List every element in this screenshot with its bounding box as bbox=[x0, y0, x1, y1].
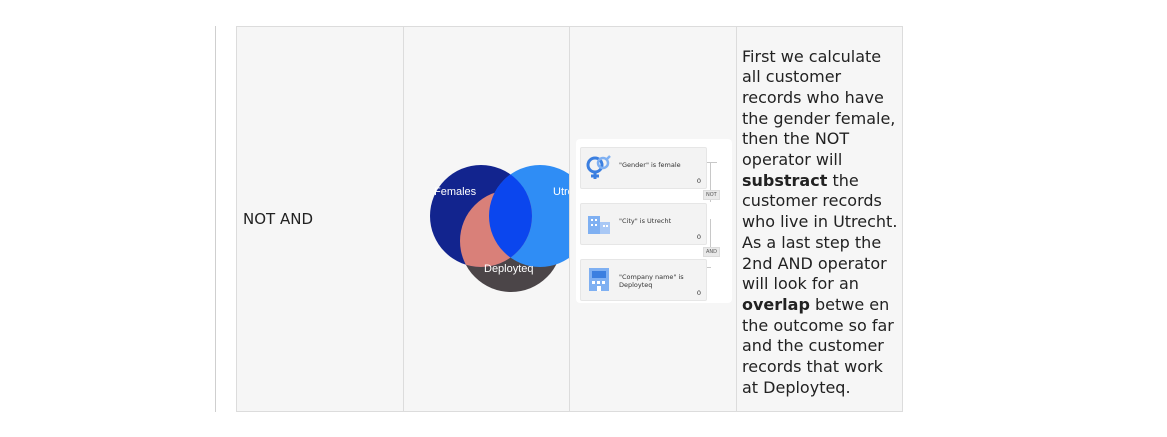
building-icon bbox=[588, 216, 610, 234]
company-icon bbox=[589, 268, 609, 291]
rule-card-city[interactable]: "City" is Utrecht 0 bbox=[580, 203, 707, 245]
operator-name: NOT AND bbox=[243, 210, 313, 228]
rule-count: 0 bbox=[696, 233, 701, 241]
rule-panel: NOT AND "Gender" is female 0 "City" is U… bbox=[576, 139, 732, 303]
venn-diagram: Females Utrecht Deployteq bbox=[430, 165, 569, 292]
description-cell: First we calculate all customer records … bbox=[736, 26, 903, 412]
venn-label-deployteq: Deployteq bbox=[484, 263, 534, 275]
description-text: First we calculate all customer records … bbox=[742, 46, 898, 397]
and-operator-badge[interactable]: AND bbox=[703, 247, 721, 257]
rule-text: "Company name" is bbox=[619, 273, 684, 281]
venn-label-utrecht: Utrecht bbox=[553, 186, 569, 198]
venn-cell: Females Utrecht Deployteq bbox=[403, 26, 570, 412]
bold-overlap: overlap bbox=[742, 294, 810, 314]
rule-card-company[interactable]: "Company name" is Deployteq 0 bbox=[580, 259, 707, 301]
rule-value: Utrecht bbox=[647, 217, 672, 225]
venn-label-females: Females bbox=[434, 186, 477, 198]
rule-count: 0 bbox=[696, 289, 701, 297]
rule-value: female bbox=[658, 161, 681, 169]
rule-card-gender[interactable]: "Gender" is female 0 bbox=[580, 147, 707, 189]
rule-count: 0 bbox=[696, 177, 701, 185]
left-border-line bbox=[215, 26, 216, 412]
bold-substract: substract bbox=[742, 170, 828, 190]
operator-table: NOT AND Females Utrecht Deployteq bbox=[236, 26, 903, 412]
rule-value: Deployteq bbox=[619, 281, 653, 289]
rule-text: "City" is bbox=[619, 217, 648, 225]
gender-icon bbox=[586, 155, 611, 179]
not-operator-badge[interactable]: NOT bbox=[703, 190, 720, 200]
rule-text: "Gender" is bbox=[619, 161, 659, 169]
operator-name-cell: NOT AND bbox=[236, 26, 404, 412]
rules-cell: NOT AND "Gender" is female 0 "City" is U… bbox=[569, 26, 737, 412]
table-row: NOT AND Females Utrecht Deployteq bbox=[236, 26, 903, 412]
